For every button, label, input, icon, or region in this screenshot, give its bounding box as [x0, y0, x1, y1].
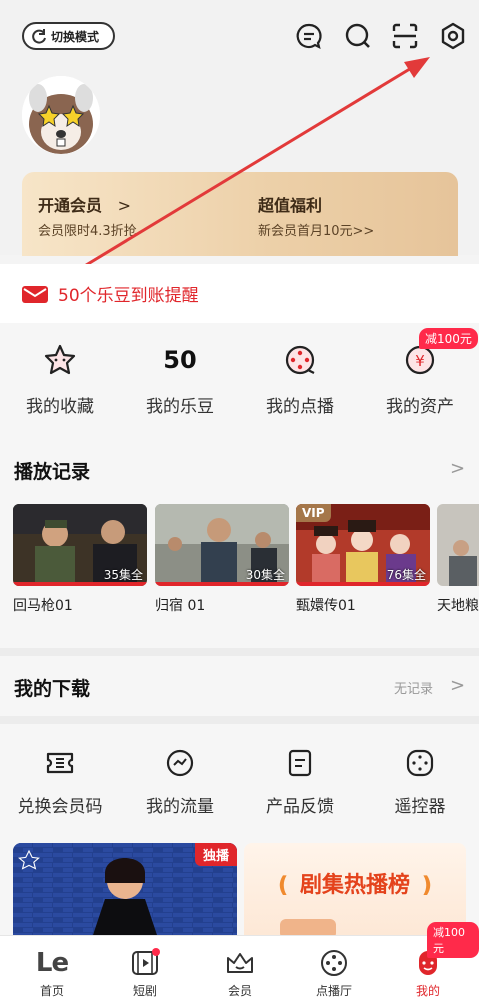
promo-card-exclusive[interactable]: 独播: [13, 843, 237, 935]
notice-text: 50个乐豆到账提醒: [58, 286, 199, 306]
promo-thumbnail: [280, 919, 336, 935]
nav-vip[interactable]: 会员: [192, 936, 288, 1000]
crown-icon: [227, 953, 253, 973]
film-reel-icon: [321, 950, 347, 976]
history-card[interactable]: VIP 76集全: [296, 504, 430, 586]
film-icon: [132, 948, 160, 975]
ticket-icon: [46, 752, 74, 774]
envelope-icon: [22, 285, 48, 303]
ranking-title: ❪ 剧集热播榜 ❫: [273, 873, 437, 898]
history-caption: 回马枪01: [13, 598, 73, 614]
section-divider: [0, 648, 479, 656]
episode-count: 35集全: [103, 568, 143, 582]
my-favorites[interactable]: 我的收藏: [0, 323, 120, 428]
history-card[interactable]: [437, 504, 479, 586]
film-reel-icon: [285, 345, 315, 375]
chevron-right-icon[interactable]: >: [450, 675, 465, 696]
quick-actions: 我的收藏 50 我的乐豆 我的点播 ¥ 我的资产: [0, 323, 479, 428]
remote-icon: [406, 749, 434, 777]
product-feedback[interactable]: 产品反馈: [240, 748, 360, 828]
history-card[interactable]: 35集全: [13, 504, 147, 586]
exclusive-tag: 独播: [194, 843, 237, 866]
history-title: 播放记录: [14, 461, 91, 483]
my-ledou[interactable]: 50 我的乐豆: [120, 323, 240, 428]
nav-home[interactable]: Le 首页: [4, 936, 100, 1000]
redeem-code[interactable]: 兑换会员码: [0, 748, 120, 828]
nav-badge: 减100元: [427, 922, 479, 958]
data-usage-icon: [166, 749, 194, 777]
my-traffic[interactable]: 我的流量: [120, 748, 240, 828]
vip-tag: VIP: [296, 504, 331, 522]
remote-control[interactable]: 遥控器: [360, 748, 479, 828]
downloads-title: 我的下载: [14, 678, 91, 700]
laurel-left-icon: ❪: [273, 873, 293, 898]
nav-short-drama[interactable]: 短剧: [97, 936, 193, 1000]
svg-text:¥: ¥: [415, 352, 425, 370]
section-divider: [0, 716, 479, 724]
downloads-status: 无记录: [394, 682, 434, 697]
promo-card-ranking[interactable]: ❪ 剧集热播榜 ❫: [244, 843, 466, 935]
episode-count: 76集全: [386, 568, 426, 582]
history-caption: 甄嬛传01: [296, 598, 356, 614]
notice-bar[interactable]: 50个乐豆到账提醒: [0, 264, 479, 323]
star-icon: [44, 344, 76, 375]
history-caption: 天地粮: [437, 598, 479, 614]
chevron-right-icon[interactable]: >: [450, 458, 465, 479]
episode-count: 30集全: [245, 568, 285, 582]
history-card[interactable]: 30集全: [155, 504, 289, 586]
poster-image: [437, 504, 479, 586]
le-logo-icon: Le: [35, 948, 69, 978]
laurel-right-icon: ❫: [417, 873, 437, 898]
bottom-nav: Le 首页 短剧 会员 点播厅 我的: [0, 935, 479, 1000]
assets-badge: 减100元: [419, 328, 478, 349]
feedback-icon: [288, 749, 312, 777]
ledou-count: 50: [163, 346, 197, 374]
my-on-demand[interactable]: 我的点播: [240, 323, 360, 428]
history-caption: 归宿 01: [155, 598, 206, 614]
nav-on-demand[interactable]: 点播厅: [286, 936, 382, 1000]
